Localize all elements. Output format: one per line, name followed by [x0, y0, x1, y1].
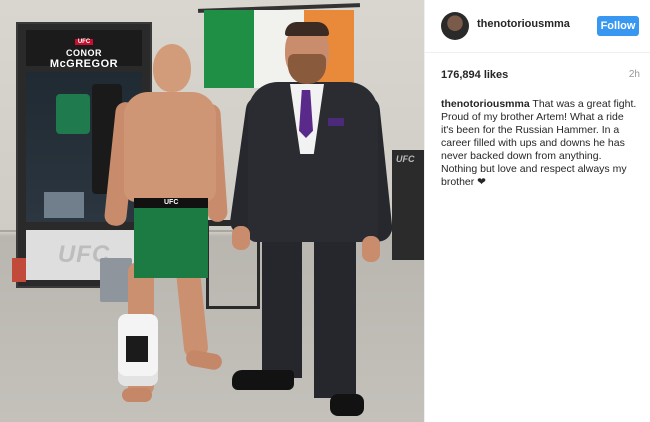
fighter-right-foot: [184, 348, 224, 372]
fighter-torso: [124, 92, 216, 202]
ice-wrap-strap: [126, 336, 148, 362]
post-photo[interactable]: UFC CONOR McGREGOR UFC UFC UFC: [0, 0, 424, 422]
left-dress-shoe: [232, 370, 294, 390]
instagram-post: UFC CONOR McGREGOR UFC UFC UFC thenotori…: [0, 0, 650, 422]
username-link[interactable]: thenotoriousmma: [477, 18, 570, 30]
flag-green-stripe: [204, 10, 254, 88]
suit-right-leg: [314, 238, 356, 398]
suit-man-left-hand: [232, 226, 250, 250]
locker-first-name: CONOR: [66, 48, 102, 58]
irish-flag: [204, 10, 354, 88]
ice-wrap: [118, 314, 158, 386]
pocket-square: [328, 118, 344, 126]
soda-can: [12, 258, 26, 282]
locker-ufc-logo: UFC: [74, 39, 94, 45]
avatar[interactable]: [441, 12, 469, 40]
likes-count[interactable]: 176,894 likes: [441, 69, 508, 81]
water-bottles: [44, 192, 84, 218]
suit-man-hair: [285, 22, 329, 36]
ufc-chair: UFC: [392, 150, 424, 260]
caption-username-link[interactable]: thenotoriousmma: [441, 98, 530, 110]
fighter-shorts: UFC: [134, 198, 208, 278]
suit-left-leg: [262, 238, 302, 378]
right-dress-shoe: [330, 394, 364, 416]
locker-nameplate: UFC CONOR McGREGOR: [26, 30, 142, 70]
fighter-head: [153, 44, 191, 92]
caption-text: That was a great fight. Proud of my brot…: [441, 98, 637, 188]
post-side-panel: thenotoriousmma Follow 176,894 likes 2h …: [424, 0, 650, 422]
post-header: thenotoriousmma Follow: [425, 0, 650, 53]
fighter-left-foot: [122, 388, 152, 402]
post-caption: thenotoriousmma That was a great fight. …: [441, 98, 637, 189]
post-timestamp[interactable]: 2h: [629, 69, 640, 80]
suit-man-right-hand: [362, 236, 380, 262]
follow-button[interactable]: Follow: [597, 16, 639, 36]
green-shirt: [56, 94, 90, 134]
locker-last-name: McGREGOR: [49, 58, 119, 70]
shorts-ufc-logo: UFC: [164, 199, 179, 206]
ufc-chair-logo: UFC: [396, 154, 415, 164]
